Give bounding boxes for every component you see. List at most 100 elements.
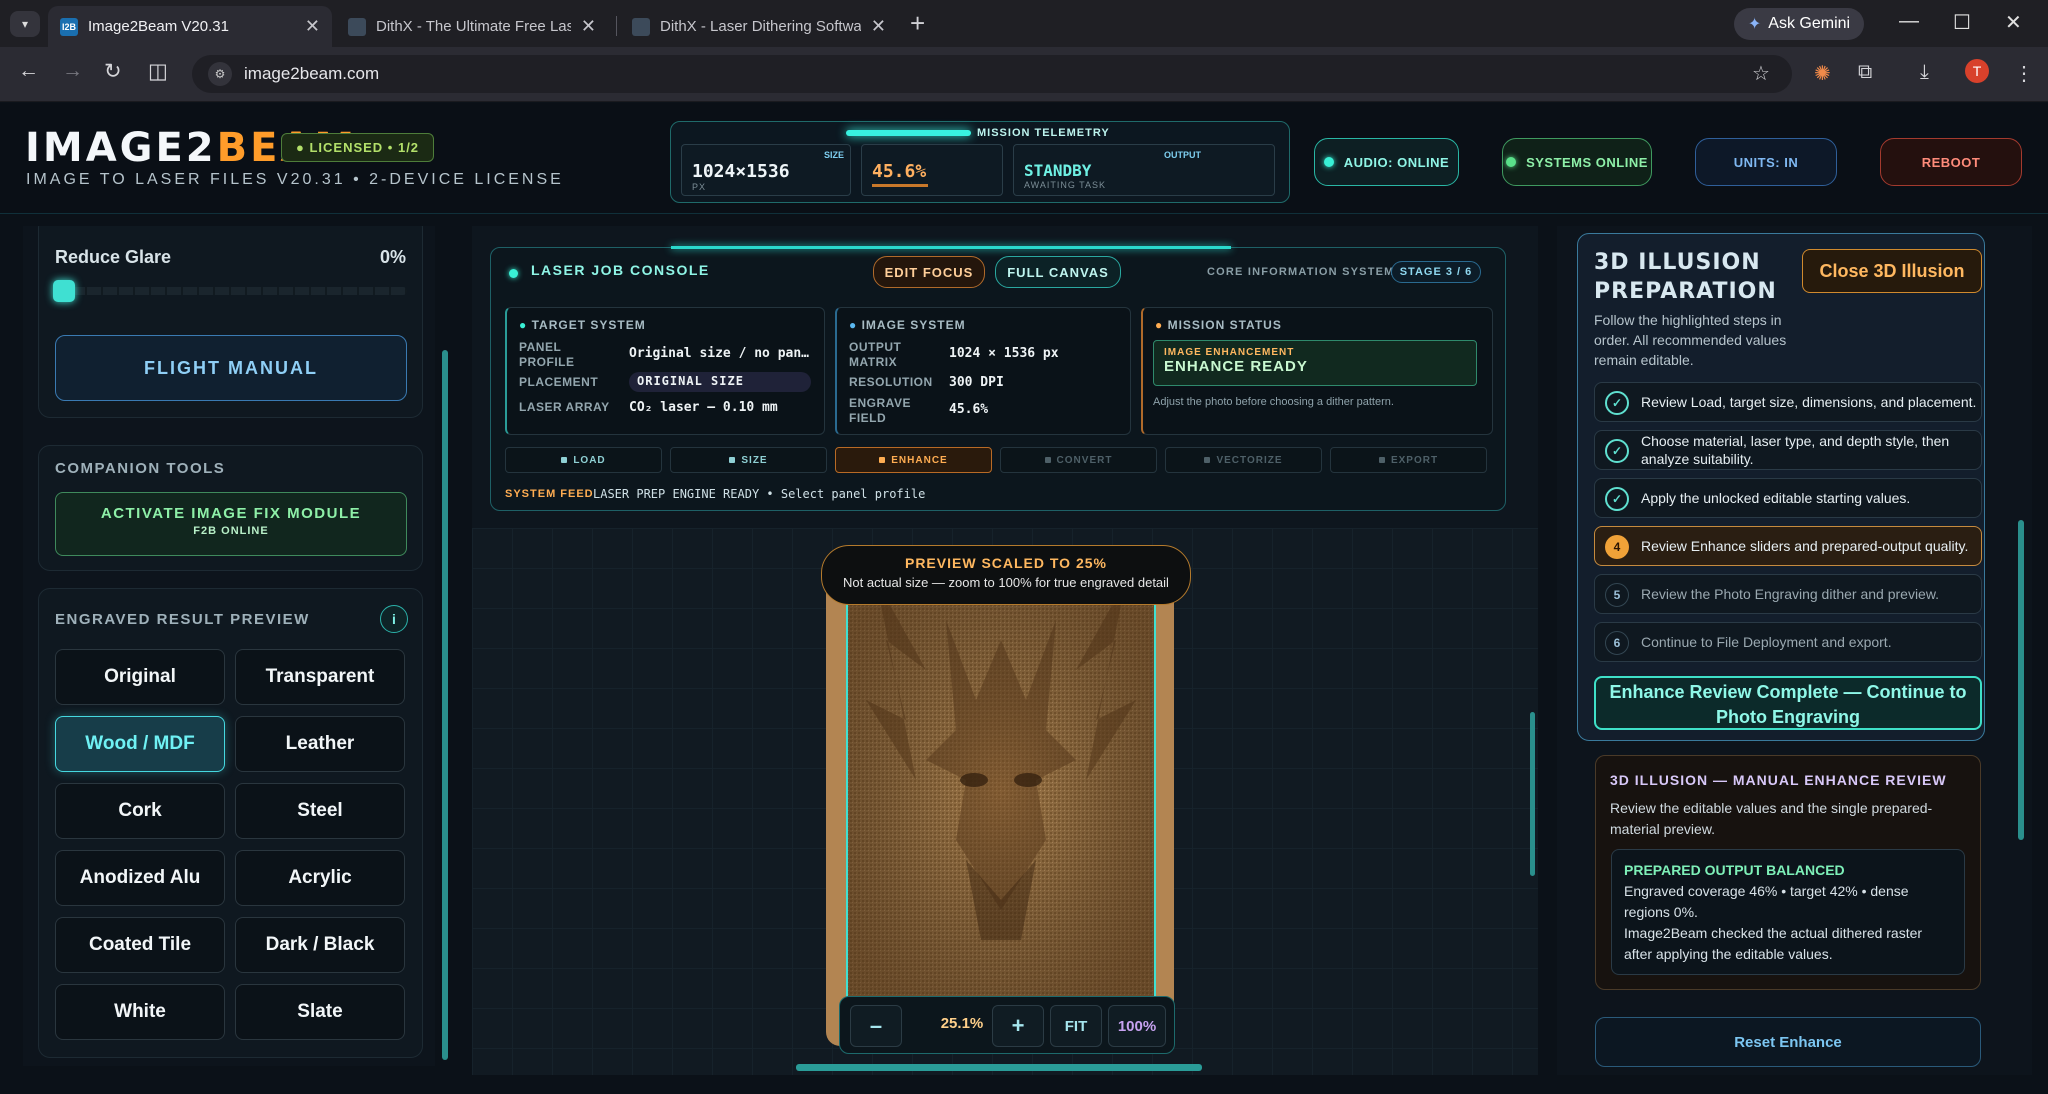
tab-image2beam[interactable]: I2B Image2Beam V20.31 ✕ — [48, 6, 332, 47]
material-transparent[interactable]: Transparent — [235, 649, 405, 705]
close-tab-icon[interactable]: ✕ — [305, 16, 320, 37]
close-illusion-button[interactable]: Close 3D Illusion — [1802, 249, 1982, 293]
slider-thumb[interactable] — [53, 280, 75, 302]
material-dark-black[interactable]: Dark / Black — [235, 917, 405, 973]
units-button[interactable]: UNITS: IN — [1695, 138, 1837, 186]
engraved-preview-image[interactable] — [846, 580, 1156, 1002]
minimize-icon[interactable]: — — [1899, 10, 1919, 33]
reduce-glare-slider[interactable] — [53, 280, 407, 302]
material-anodized-alu[interactable]: Anodized Alu — [55, 850, 225, 906]
close-tab-icon[interactable]: ✕ — [581, 16, 596, 37]
engrave-field-value: 45.6% — [949, 402, 989, 417]
close-window-icon[interactable]: ✕ — [2005, 10, 2022, 35]
systems-label: SYSTEMS ONLINE — [1526, 154, 1648, 170]
stage-enhance[interactable]: ENHANCE — [835, 447, 992, 473]
zoom-controls: – 25.1% + FIT 100% — [839, 996, 1175, 1054]
console-title: LASER JOB CONSOLE — [531, 262, 710, 278]
close-tab-icon[interactable]: ✕ — [871, 16, 886, 37]
canvas-horizontal-scrollbar[interactable] — [796, 1064, 1202, 1071]
extensions-icon[interactable]: ⧉ — [1858, 61, 1872, 84]
downloads-icon[interactable]: ⤓ — [1920, 61, 1929, 84]
reset-enhance-button[interactable]: Reset Enhance — [1595, 1017, 1981, 1067]
split-view-icon[interactable]: ◫ — [148, 59, 168, 84]
ask-gemini-button[interactable]: ✦ Ask Gemini — [1734, 8, 1864, 40]
manual-desc: Review the editable values and the singl… — [1610, 800, 1933, 837]
continue-photo-engraving-button[interactable]: Enhance Review Complete — Continue to Ph… — [1594, 676, 1982, 730]
new-tab-button[interactable]: + — [910, 8, 925, 39]
stage-label: VECTORIZE — [1216, 454, 1283, 466]
step-5[interactable]: 5 Review the Photo Engraving dither and p… — [1594, 574, 1982, 614]
audio-label: AUDIO: ONLINE — [1343, 154, 1450, 170]
stage-convert[interactable]: CONVERT — [1000, 447, 1157, 473]
systems-status-button[interactable]: SYSTEMS ONLINE — [1502, 138, 1652, 186]
stage-marker-icon — [1044, 457, 1051, 463]
stage-vectorize[interactable]: VECTORIZE — [1165, 447, 1322, 473]
panel-profile-value[interactable]: Original size / no pan… — [629, 346, 819, 361]
step-4[interactable]: 4 Review Enhance sliders and prepared-out… — [1594, 526, 1982, 566]
step-6[interactable]: 6 Continue to File Deployment and export. — [1594, 622, 1982, 662]
material-coated-tile[interactable]: Coated Tile — [55, 917, 225, 973]
step-text: Apply the unlocked editable starting val… — [1641, 490, 1911, 506]
tab-dithx-1[interactable]: DithX - The Ultimate Free Laser ✕ — [336, 6, 608, 47]
zoom-100-button[interactable]: 100% — [1108, 1005, 1166, 1047]
material-white[interactable]: White — [55, 984, 225, 1040]
material-slate[interactable]: Slate — [235, 984, 405, 1040]
material-original[interactable]: Original — [55, 649, 225, 705]
output-value: STANDBY — [1024, 161, 1092, 180]
illusion-intro: Follow the highlighted steps in order. A… — [1594, 312, 1787, 368]
resolution-value: 300 DPI — [949, 375, 1004, 390]
ask-gemini-label: Ask Gemini — [1768, 15, 1851, 32]
edit-focus-button[interactable]: EDIT FOCUS — [873, 256, 985, 288]
activate-image-fix-button[interactable]: ACTIVATE IMAGE FIX MODULE F2B ONLINE — [55, 492, 407, 556]
canvas-vertical-scrollbar[interactable] — [1530, 712, 1535, 876]
material-acrylic[interactable]: Acrylic — [235, 850, 405, 906]
claude-extension-icon[interactable]: ✺ — [1814, 61, 1831, 86]
fit-button[interactable]: FIT — [1050, 1005, 1102, 1047]
stage-export[interactable]: EXPORT — [1330, 447, 1487, 473]
omnibox[interactable]: ⚙ image2beam.com — [192, 55, 1792, 93]
right-panel-scrollbar[interactable] — [2018, 520, 2024, 840]
address-bar: ← → ↻ ◫ ⚙ image2beam.com ☆ ✺ ⧉ ⤓ T ⋮ — [0, 47, 2048, 102]
stage-size[interactable]: SIZE — [670, 447, 827, 473]
prepared-line-1: Engraved coverage 46% • target 42% • den… — [1624, 883, 1909, 920]
site-info-icon[interactable]: ⚙ — [208, 62, 232, 86]
material-steel[interactable]: Steel — [235, 783, 405, 839]
target-system-panel: ● TARGET SYSTEM PANEL PROFILE Original s… — [505, 307, 825, 435]
tab-search-button[interactable]: ▾ — [10, 11, 40, 37]
reboot-button[interactable]: REBOOT — [1880, 138, 2022, 186]
info-icon[interactable]: i — [380, 605, 408, 633]
step-1[interactable]: ✓ Review Load, target size, dimensions, a… — [1594, 382, 1982, 422]
bookmark-star-icon[interactable]: ☆ — [1752, 61, 1770, 86]
check-icon: ✓ — [1605, 487, 1629, 511]
reload-icon[interactable]: ↻ — [104, 59, 122, 84]
tab-dithx-2[interactable]: DithX - Laser Dithering Softwar ✕ — [620, 6, 898, 47]
dithx-favicon — [348, 17, 366, 36]
forward-icon[interactable]: → — [62, 59, 83, 83]
stage-load[interactable]: LOAD — [505, 447, 662, 473]
menu-kebab-icon[interactable]: ⋮ — [2014, 61, 2034, 86]
step-text: Continue to File Deployment and export. — [1641, 634, 1892, 650]
maximize-icon[interactable]: ☐ — [1953, 10, 1971, 35]
profile-avatar[interactable]: T — [1965, 59, 1989, 83]
material-wood-mdf[interactable]: Wood / MDF — [55, 716, 225, 772]
image-system-head: ● IMAGE SYSTEM — [849, 318, 966, 332]
stage-label: ENHANCE — [891, 454, 948, 466]
zoom-in-button[interactable]: + — [992, 1005, 1044, 1047]
prepared-line-2: Image2Beam checked the actual dithered r… — [1624, 925, 1923, 962]
stage-label: EXPORT — [1390, 454, 1439, 466]
flight-manual-button[interactable]: FLIGHT MANUAL — [55, 335, 407, 401]
board-frame-right — [1154, 580, 1156, 1002]
full-canvas-button[interactable]: FULL CANVAS — [995, 256, 1121, 288]
material-cork[interactable]: Cork — [55, 783, 225, 839]
back-icon[interactable]: ← — [18, 59, 39, 83]
placement-value[interactable]: ORIGINAL SIZE — [629, 372, 811, 392]
material-leather[interactable]: Leather — [235, 716, 405, 772]
step-2[interactable]: ✓ Choose material, laser type, and depth … — [1594, 430, 1982, 470]
engraved-preview-card: ENGRAVED RESULT PREVIEW i Original Trans… — [38, 588, 423, 1058]
system-feed-label: SYSTEM FEED — [505, 488, 594, 500]
stage-label: CONVERT — [1056, 454, 1113, 466]
step-3[interactable]: ✓ Apply the unlocked editable starting va… — [1594, 478, 1982, 518]
zoom-out-button[interactable]: – — [850, 1005, 902, 1047]
left-panel-scrollbar[interactable] — [442, 350, 448, 1060]
audio-status-button[interactable]: AUDIO: ONLINE — [1314, 138, 1459, 186]
